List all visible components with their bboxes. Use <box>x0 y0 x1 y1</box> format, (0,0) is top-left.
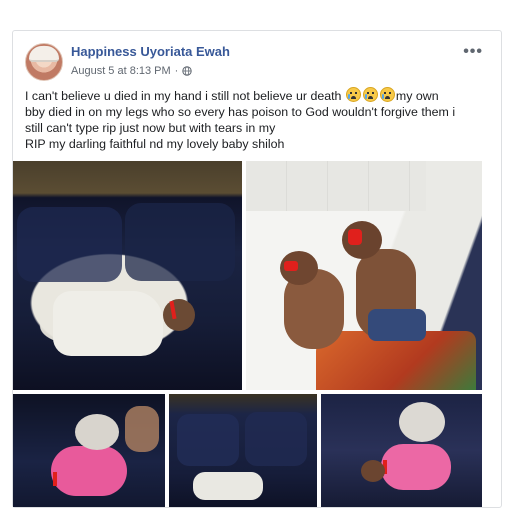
sofa-cushion <box>17 207 122 282</box>
post-text-line: bby died in on my legs who so every has … <box>25 105 456 119</box>
child-head <box>163 299 195 331</box>
white-bonnet <box>399 402 445 442</box>
post-text: I can't believe u died in my hand i stil… <box>25 87 487 152</box>
denim-shorts <box>368 309 426 341</box>
sofa-cushion <box>125 203 235 281</box>
author-name[interactable]: Happiness Uyoriata Ewah <box>71 44 230 59</box>
post-text-line: still can't type rip just now but with t… <box>25 121 276 135</box>
post-header: Happiness Uyoriata Ewah August 5 at 8:13… <box>25 43 485 83</box>
photo-1[interactable] <box>13 161 242 390</box>
redaction-mark <box>53 472 57 486</box>
pink-dress <box>381 444 451 490</box>
photo-4[interactable] <box>169 394 317 507</box>
post-text-line: RIP my darling faithful nd my lovely bab… <box>25 137 285 151</box>
photo-grid <box>13 161 501 507</box>
post-text-line: I can't believe u died in my hand i stil… <box>25 87 487 104</box>
loudly-crying-face-emoji-icon <box>345 87 361 102</box>
white-cloth <box>53 291 163 356</box>
photo-2[interactable] <box>246 161 482 390</box>
avatar-headscarf <box>29 46 59 62</box>
white-bonnet <box>75 414 119 450</box>
redaction-mark <box>348 229 362 245</box>
sofa-cushion <box>177 414 239 466</box>
pink-dress <box>51 446 127 496</box>
floor-tiles <box>246 161 426 211</box>
child-head <box>361 460 385 482</box>
loudly-crying-face-emoji-icon <box>362 87 378 102</box>
loudly-crying-face-emoji-icon <box>379 87 395 102</box>
avatar[interactable] <box>25 43 63 81</box>
post-card: Happiness Uyoriata Ewah August 5 at 8:13… <box>12 30 502 508</box>
sofa-cushion <box>245 412 307 466</box>
more-options-icon[interactable]: ••• <box>463 44 483 60</box>
globe-icon[interactable] <box>182 66 193 76</box>
hand <box>125 406 159 452</box>
post-meta: August 5 at 8:13 PM · <box>71 65 193 77</box>
meta-separator: · <box>174 65 179 77</box>
redaction-mark <box>284 261 298 271</box>
photo-3[interactable] <box>13 394 165 507</box>
photo-5[interactable] <box>321 394 482 507</box>
post-timestamp[interactable]: August 5 at 8:13 PM <box>71 65 171 77</box>
white-cloth <box>193 472 263 500</box>
post-text-segment: my own <box>395 89 439 103</box>
post-text-segment: I can't believe u died in my hand i stil… <box>25 89 345 103</box>
